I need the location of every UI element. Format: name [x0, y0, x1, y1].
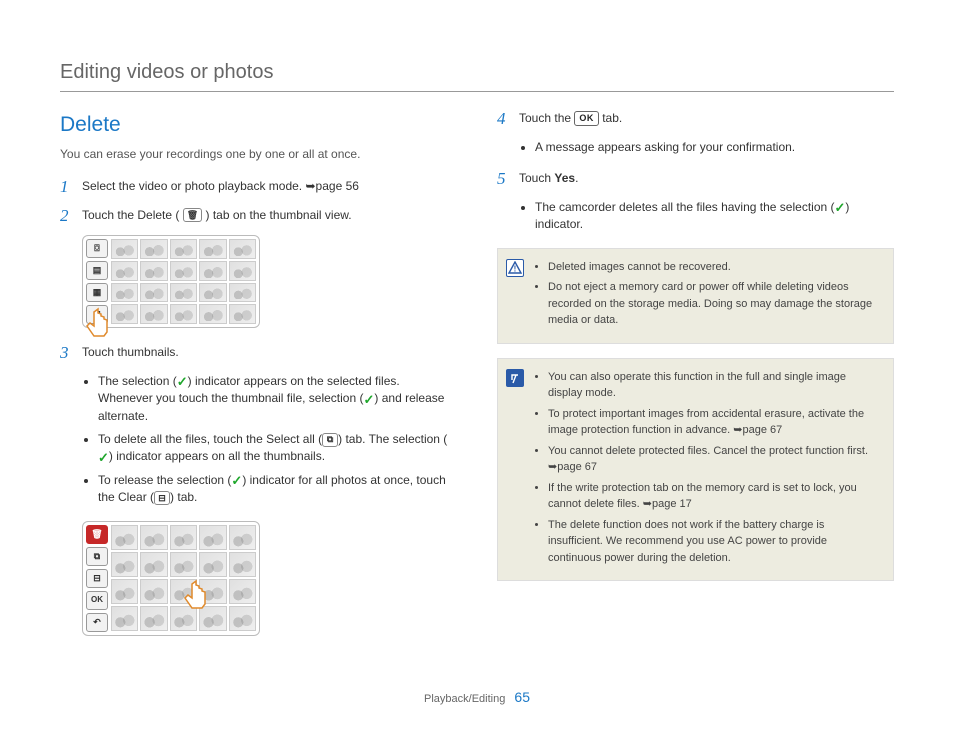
- step-2-text-b: ) tab on the thumbnail view.: [206, 208, 352, 222]
- step-5-yes: Yes: [554, 171, 575, 185]
- warning-box: ! Deleted images cannot be recovered. Do…: [497, 248, 894, 344]
- note-4-a: If the write protection tab on the memor…: [548, 482, 857, 511]
- note-item-5: The delete function does not work if the…: [548, 517, 881, 567]
- hand-pointer-icon: [174, 578, 218, 622]
- note-item-4: If the write protection tab on the memor…: [548, 480, 881, 513]
- left-column: Delete You can erase your recordings one…: [60, 110, 457, 690]
- check-icon: ✓: [177, 375, 188, 388]
- note-icon: [506, 369, 524, 387]
- check-icon: ✓: [835, 201, 846, 214]
- tab-film-icon: ▦: [86, 283, 108, 302]
- step-4-bullet: A message appears asking for your confir…: [535, 139, 894, 156]
- step-5-text-b: .: [575, 171, 578, 185]
- step-3-bullets: The selection (✓) indicator appears on t…: [82, 373, 457, 507]
- tab-clear-icon: ⊟: [86, 569, 108, 588]
- intro-text: You can erase your recordings one by one…: [60, 146, 457, 163]
- note-item-3: You cannot delete protected files. Cance…: [548, 443, 881, 476]
- select-all-icon: ⧉: [322, 433, 338, 447]
- arrow-icon: ➥: [548, 459, 557, 476]
- step-1-ref: page 56: [316, 179, 359, 193]
- step-2-text-a: Touch the Delete (: [82, 208, 179, 222]
- s3-b2-b: ) tab. The selection (: [338, 432, 447, 446]
- step-5-text-a: Touch: [519, 171, 554, 185]
- step-4-text-b: tab.: [602, 111, 622, 125]
- tab-selectall-icon: ⧉: [86, 547, 108, 566]
- note-2-a: To protect important images from acciden…: [548, 408, 864, 437]
- note-3-a: You cannot delete protected files. Cance…: [548, 445, 868, 457]
- note-4-b: page 17: [652, 498, 692, 510]
- svg-text:!: !: [514, 264, 517, 273]
- step-number-2: 2: [60, 207, 74, 226]
- warning-icon: !: [506, 259, 524, 277]
- s3-b1-a: The selection (: [98, 374, 177, 388]
- thumbnail-screenshot-1: ⌼ ▤ ▦ ⊞: [82, 235, 260, 328]
- note-2-b: page 67: [743, 424, 783, 436]
- tab-camera-icon: ⌼: [86, 239, 108, 258]
- note-3-b: page 67: [557, 461, 597, 473]
- s3-b3-c: ) tab.: [170, 490, 197, 504]
- step-3-body: Touch thumbnails.: [82, 344, 457, 361]
- page-title: Editing videos or photos: [60, 58, 894, 92]
- footer-section: Playback/Editing: [424, 693, 505, 705]
- step-1-text: Select the video or photo playback mode.: [82, 179, 305, 193]
- step-4-bullets: A message appears asking for your confir…: [519, 139, 894, 156]
- step-5-bullets: The camcorder deletes all the files havi…: [519, 199, 894, 234]
- step-4-body: Touch the OK tab.: [519, 110, 894, 127]
- s3-b2-c: ) indicator appears on all the thumbnail…: [109, 449, 325, 463]
- arrow-icon: ➥: [733, 422, 742, 439]
- arrow-icon: ➥: [643, 496, 652, 513]
- check-icon: ✓: [231, 474, 242, 487]
- right-column: 4 Touch the OK tab. A message appears as…: [497, 110, 894, 690]
- thumbnail-screenshot-2: 🗑 ⧉ ⊟ OK ↶: [82, 521, 260, 636]
- step-2-body: Touch the Delete ( 🗑 ) tab on the thumbn…: [82, 207, 457, 224]
- step-5-body: Touch Yes.: [519, 170, 894, 187]
- note-item-2: To protect important images from acciden…: [548, 406, 881, 439]
- hand-pointer-icon: [76, 306, 120, 350]
- step-number-3: 3: [60, 344, 74, 363]
- ok-tab-icon: OK: [574, 111, 599, 126]
- note-box: You can also operate this function in th…: [497, 358, 894, 582]
- section-title: Delete: [60, 110, 457, 140]
- arrow-icon: ➥: [305, 178, 315, 195]
- check-icon: ✓: [98, 451, 109, 464]
- step-5-bullet-a: The camcorder deletes all the files havi…: [535, 200, 835, 214]
- note-item-1: You can also operate this function in th…: [548, 369, 881, 402]
- tab-trash-icon: 🗑: [86, 525, 108, 544]
- page-number: 65: [514, 689, 530, 705]
- s3-b3-a: To release the selection (: [98, 473, 231, 487]
- tab-ok-icon: OK: [86, 591, 108, 610]
- warn-item-1: Deleted images cannot be recovered.: [548, 259, 881, 276]
- clear-icon: ⊟: [154, 491, 170, 505]
- page-footer: Playback/Editing 65: [0, 687, 954, 708]
- warn-item-2: Do not eject a memory card or power off …: [548, 279, 881, 329]
- step-number-1: 1: [60, 178, 74, 197]
- tab-back-icon: ↶: [86, 613, 108, 632]
- step-number-5: 5: [497, 170, 511, 189]
- step-4-text-a: Touch the: [519, 111, 574, 125]
- step-1-body: Select the video or photo playback mode.…: [82, 178, 457, 195]
- step-number-4: 4: [497, 110, 511, 129]
- tab-video-icon: ▤: [86, 261, 108, 280]
- check-icon: ✓: [363, 393, 374, 406]
- trash-icon: 🗑: [183, 208, 202, 222]
- s3-b2-a: To delete all the files, touch the Selec…: [98, 432, 322, 446]
